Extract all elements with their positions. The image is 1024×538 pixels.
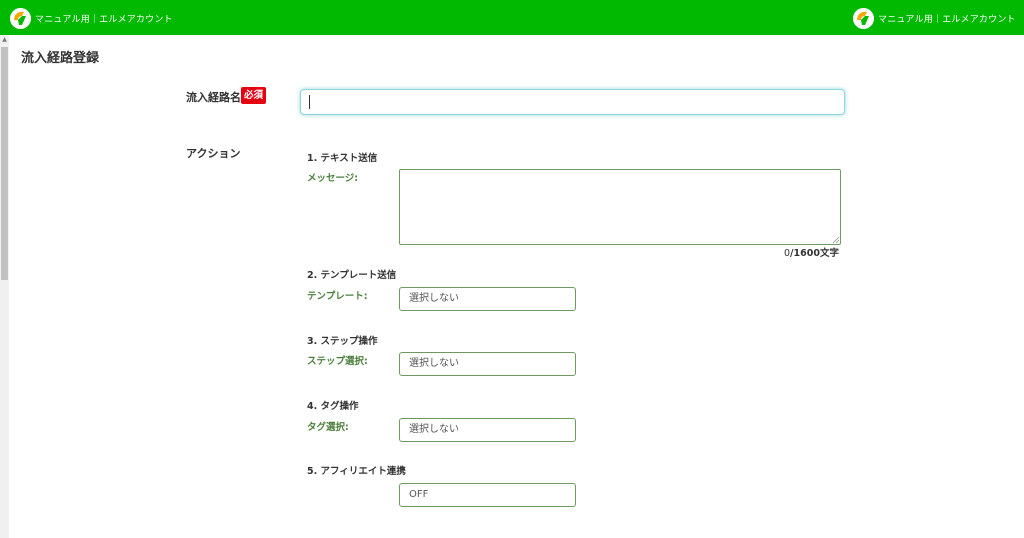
message-textarea[interactable] [399,169,841,245]
brand-right-text: マニュアル用｜エルメアカウント [878,14,1016,25]
text-caret [309,95,310,109]
page-title: 流入経路登録 [21,51,100,66]
section-template-title: 2. テンプレート送信 [307,270,397,281]
brand-left[interactable]: マニュアル用｜エルメアカウント [10,7,173,29]
message-label: メッセージ: [307,173,359,184]
brand-right[interactable]: マニュアル用｜エルメアカウント [853,7,1016,29]
character-counter: 0/1600文字 [784,245,839,259]
name-label: 流入経路名 [186,91,241,104]
scrollbar-thumb[interactable] [1,47,8,280]
section-text-title: 1. テキスト送信 [307,153,378,164]
resize-grip-icon[interactable] [833,237,839,243]
lme-logo-icon [10,7,31,29]
route-name-input[interactable] [300,89,845,115]
section-affiliate-title: 5. アフィリエイト連携 [307,466,406,477]
section-step-title: 3. ステップ操作 [307,336,378,347]
section-tag-title: 4. タグ操作 [307,401,359,412]
template-label: テンプレート: [307,291,368,302]
scroll-up-arrow-icon[interactable]: ▲ [0,35,9,45]
action-label: アクション [186,147,241,160]
lme-logo-icon [853,7,874,29]
tag-label: タグ選択: [307,422,349,433]
step-select[interactable]: 選択しない [399,352,576,376]
step-label: ステップ選択: [307,356,368,367]
top-bar: マニュアル用｜エルメアカウント マニュアル用｜エルメアカウント [0,0,1024,35]
affiliate-select[interactable]: OFF [399,483,576,507]
required-badge: 必須 [241,87,267,104]
brand-left-text: マニュアル用｜エルメアカウント [35,14,173,25]
template-select[interactable]: 選択しない [399,287,576,311]
counter-max: /1600文字 [790,248,839,259]
tag-select[interactable]: 選択しない [399,418,576,442]
